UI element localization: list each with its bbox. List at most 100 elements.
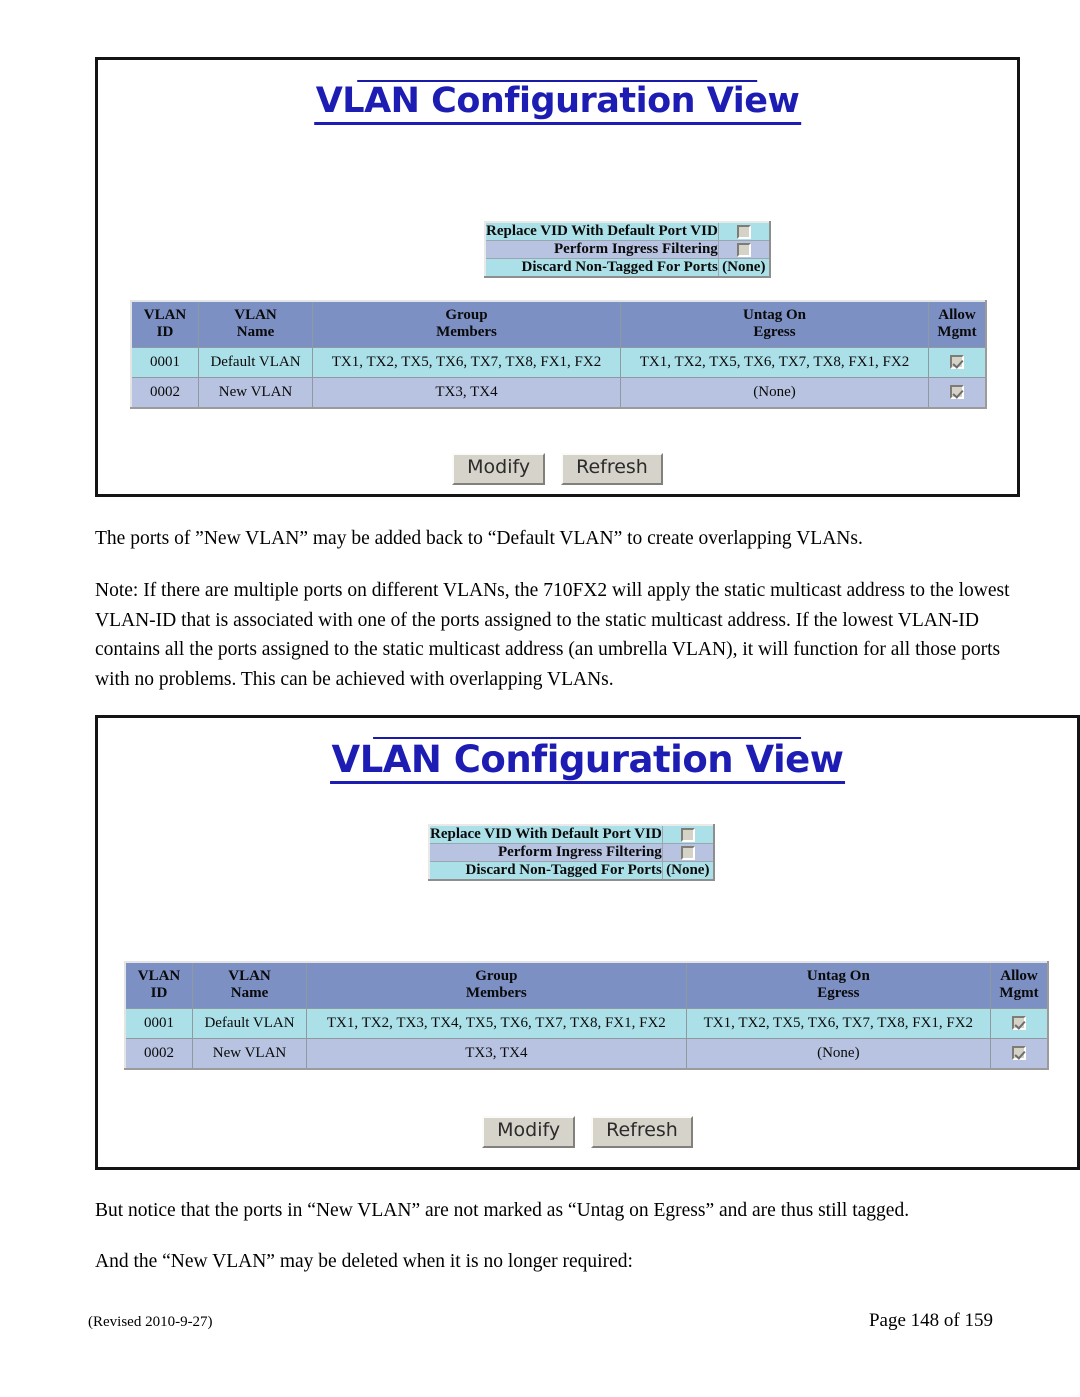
footer-revision: (Revised 2010-9-27) <box>88 1314 213 1330</box>
header-line-2: Name <box>236 324 275 341</box>
cell-vlan-name: Default VLAN <box>192 1007 307 1039</box>
header-line-1: Untag On <box>806 968 870 984</box>
vlan-configuration-screenshot-2: VLAN Configuration View Replace VID With… <box>95 715 1080 1170</box>
cell-allow-mgmt <box>928 346 987 378</box>
header-line-2: Egress <box>753 324 796 341</box>
table-row: 0001 Default VLAN TX1, TX2, TX5, TX6, TX… <box>130 346 987 378</box>
footer-page-number: Page 148 of 159 <box>868 1310 993 1331</box>
page-title-block: VLAN Configuration View <box>313 80 802 125</box>
cell-vlan-id: 0002 <box>124 1037 193 1069</box>
option-row-replace-vid: Replace VID With Default Port VID <box>428 824 715 844</box>
vlan-table-2: VLAN ID VLAN Name Group Members Untag On… <box>124 961 1049 1070</box>
cell-vlan-name: New VLAN <box>198 376 313 408</box>
action-button-row: Modify Refresh <box>98 1116 1077 1148</box>
option-value-replace-vid <box>661 824 715 844</box>
header-line-2: Members <box>436 324 497 341</box>
cell-allow-mgmt <box>990 1037 1049 1069</box>
option-value-discard-non-tagged[interactable]: (None) <box>661 861 715 881</box>
header-line-1: VLAN <box>228 968 271 984</box>
replace-vid-checkbox[interactable] <box>736 224 751 239</box>
allow-mgmt-checkbox[interactable] <box>1012 1046 1026 1061</box>
option-label-ingress-filtering: Perform Ingress Filtering <box>484 240 719 259</box>
page-title: VLAN Configuration View <box>329 741 846 784</box>
option-label-discard-non-tagged: Discard Non-Tagged For Ports <box>484 258 719 278</box>
ingress-filtering-checkbox[interactable] <box>736 242 751 257</box>
header-line-1: VLAN <box>137 968 181 984</box>
header-line-2: ID <box>156 324 174 341</box>
table-row: 0002 New VLAN TX3, TX4 (None) <box>124 1037 1049 1069</box>
vlan-options-table: Replace VID With Default Port VID Perfor… <box>428 824 715 881</box>
header-untag-on-egress: Untag On Egress <box>685 961 992 1009</box>
option-row-discard-non-tagged: Discard Non-Tagged For Ports (None) <box>484 258 771 278</box>
option-label-discard-non-tagged: Discard Non-Tagged For Ports <box>428 861 663 881</box>
cell-untag-on-egress: TX1, TX2, TX5, TX6, TX7, TX8, FX1, FX2 <box>685 1007 992 1039</box>
header-line-1: Allow <box>938 307 976 323</box>
header-line-2: Members <box>465 985 527 1002</box>
cell-allow-mgmt <box>990 1007 1049 1039</box>
cell-untag-on-egress: (None) <box>685 1037 992 1069</box>
refresh-button[interactable]: Refresh <box>561 453 663 485</box>
allow-mgmt-checkbox[interactable] <box>950 355 964 370</box>
option-value-ingress-filtering <box>717 240 771 259</box>
cell-vlan-name: New VLAN <box>192 1037 307 1069</box>
cell-vlan-name: Default VLAN <box>198 346 313 378</box>
cell-group-members: TX1, TX2, TX3, TX4, TX5, TX6, TX7, TX8, … <box>306 1007 687 1039</box>
header-group-members: Group Members <box>312 300 621 348</box>
cell-untag-on-egress: (None) <box>620 376 929 408</box>
option-value-discard-non-tagged[interactable]: (None) <box>717 258 771 278</box>
paragraph-multicast-note: Note: If there are multiple ports on dif… <box>95 580 1010 690</box>
cell-vlan-id: 0001 <box>124 1007 193 1039</box>
action-button-row: Modify Refresh <box>98 453 1017 485</box>
header-line-2: Egress <box>817 985 860 1002</box>
allow-mgmt-checkbox[interactable] <box>1012 1016 1026 1031</box>
header-group-members: Group Members <box>306 961 687 1009</box>
cell-group-members: TX3, TX4 <box>312 376 621 408</box>
ingress-filtering-checkbox[interactable] <box>680 845 695 860</box>
replace-vid-checkbox[interactable] <box>680 827 695 842</box>
option-row-ingress-filtering: Perform Ingress Filtering <box>428 843 715 862</box>
cell-vlan-id: 0002 <box>130 376 199 408</box>
header-line-1: VLAN <box>143 307 187 323</box>
table-row: 0001 Default VLAN TX1, TX2, TX3, TX4, TX… <box>124 1007 1049 1039</box>
option-label-ingress-filtering: Perform Ingress Filtering <box>428 843 663 862</box>
option-row-discard-non-tagged: Discard Non-Tagged For Ports (None) <box>428 861 715 881</box>
option-label-replace-vid: Replace VID With Default Port VID <box>428 824 663 844</box>
header-allow-mgmt: Allow Mgmt <box>990 961 1049 1009</box>
allow-mgmt-checkbox[interactable] <box>950 385 964 400</box>
header-vlan-name: VLAN Name <box>198 300 313 348</box>
cell-vlan-id: 0001 <box>130 346 199 378</box>
header-line-2: Mgmt <box>937 324 977 341</box>
header-line-1: Group <box>475 968 518 984</box>
vlan-table-1: VLAN ID VLAN Name Group Members Untag On… <box>130 300 987 409</box>
paragraph-overlapping-vlans: The ports of ”New VLAN” may be added bac… <box>95 528 863 549</box>
header-vlan-id: VLAN ID <box>130 300 199 348</box>
header-line-2: Mgmt <box>999 985 1039 1002</box>
option-value-replace-vid <box>717 221 771 241</box>
page-footer: (Revised 2010-9-27) Page 148 of 159 <box>88 1310 993 1332</box>
modify-button[interactable]: Modify <box>482 1116 576 1148</box>
vlan-table-header-row: VLAN ID VLAN Name Group Members Untag On… <box>130 300 987 348</box>
option-value-ingress-filtering <box>661 843 715 862</box>
header-untag-on-egress: Untag On Egress <box>620 300 929 348</box>
option-label-replace-vid: Replace VID With Default Port VID <box>484 221 719 241</box>
modify-button[interactable]: Modify <box>452 453 546 485</box>
cell-group-members: TX3, TX4 <box>306 1037 687 1069</box>
option-row-ingress-filtering: Perform Ingress Filtering <box>484 240 771 259</box>
header-vlan-name: VLAN Name <box>192 961 307 1009</box>
table-row: 0002 New VLAN TX3, TX4 (None) <box>130 376 987 408</box>
header-allow-mgmt: Allow Mgmt <box>928 300 987 348</box>
paragraph-untag-on-egress-note: But notice that the ports in “New VLAN” … <box>95 1200 910 1221</box>
vlan-table-header-row: VLAN ID VLAN Name Group Members Untag On… <box>124 961 1049 1009</box>
header-vlan-id: VLAN ID <box>124 961 193 1009</box>
cell-group-members: TX1, TX2, TX5, TX6, TX7, TX8, FX1, FX2 <box>312 346 621 378</box>
header-line-1: VLAN <box>234 307 277 323</box>
cell-allow-mgmt <box>928 376 987 408</box>
refresh-button[interactable]: Refresh <box>591 1116 693 1148</box>
vlan-configuration-screenshot-1: VLAN Configuration View Replace VID With… <box>95 57 1020 497</box>
header-line-2: Name <box>230 985 269 1002</box>
header-line-1: Untag On <box>743 307 806 323</box>
header-line-1: Group <box>445 307 488 323</box>
vlan-options-table: Replace VID With Default Port VID Perfor… <box>484 221 771 278</box>
cell-untag-on-egress: TX1, TX2, TX5, TX6, TX7, TX8, FX1, FX2 <box>620 346 929 378</box>
option-row-replace-vid: Replace VID With Default Port VID <box>484 221 771 241</box>
